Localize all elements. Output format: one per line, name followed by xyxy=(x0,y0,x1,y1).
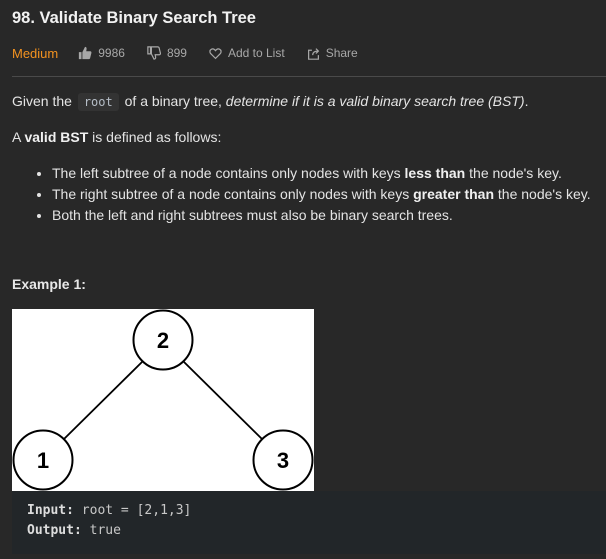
input-label: Input: xyxy=(27,503,74,518)
share-icon xyxy=(307,47,319,60)
binary-tree-diagram: 2 1 3 xyxy=(12,309,314,491)
example-heading: Example 1: xyxy=(12,276,86,292)
intro-emphasis: determine if it is a valid binary search… xyxy=(225,93,525,109)
tree-node-left-label: 1 xyxy=(37,448,49,473)
example-tree-image: 2 1 3 xyxy=(12,309,314,491)
tree-edge-right xyxy=(183,361,263,440)
share-label: Share xyxy=(325,46,358,60)
rule-left-subtree: The left subtree of a node contains only… xyxy=(52,163,591,184)
header-divider xyxy=(12,76,606,77)
example-input-line: Input: root = [2,1,3] xyxy=(27,503,191,518)
problem-meta-bar: Medium 9986 899 Add to List Share xyxy=(12,44,380,62)
output-value: true xyxy=(89,523,121,538)
inline-code-root: root xyxy=(77,93,119,111)
like-button[interactable]: 9986 xyxy=(78,46,125,60)
tree-edge-left xyxy=(63,361,143,440)
add-to-list-label: Add to List xyxy=(227,46,285,60)
tree-node-right-label: 3 xyxy=(277,448,289,473)
problem-title: 98. Validate Binary Search Tree xyxy=(12,9,256,27)
add-to-list-button[interactable]: Add to List xyxy=(209,46,285,60)
difficulty-badge: Medium xyxy=(12,45,59,61)
thumbs-down-icon xyxy=(147,46,161,60)
problem-intro: Given the root of a binary tree, determi… xyxy=(12,93,529,111)
bst-definition: A valid BST is defined as follows: xyxy=(12,129,222,145)
example-output-line: Output: true xyxy=(27,523,121,538)
dislike-count: 899 xyxy=(166,46,187,60)
heart-icon xyxy=(209,47,222,59)
example-io-block: Input: root = [2,1,3] Output: true xyxy=(12,491,606,554)
share-button[interactable]: Share xyxy=(307,46,358,60)
tree-node-root-label: 2 xyxy=(157,328,169,353)
valid-bst-bold: valid BST xyxy=(24,129,89,145)
dislike-button[interactable]: 899 xyxy=(147,46,187,60)
bst-rules-list: The left subtree of a node contains only… xyxy=(12,163,591,226)
output-label: Output: xyxy=(27,523,82,538)
input-value: root = [2,1,3] xyxy=(81,503,192,518)
like-count: 9986 xyxy=(98,46,125,60)
thumbs-up-icon xyxy=(79,46,92,60)
rule-both-subtrees: Both the left and right subtrees must al… xyxy=(52,205,591,226)
rule-right-subtree: The right subtree of a node contains onl… xyxy=(52,184,591,205)
